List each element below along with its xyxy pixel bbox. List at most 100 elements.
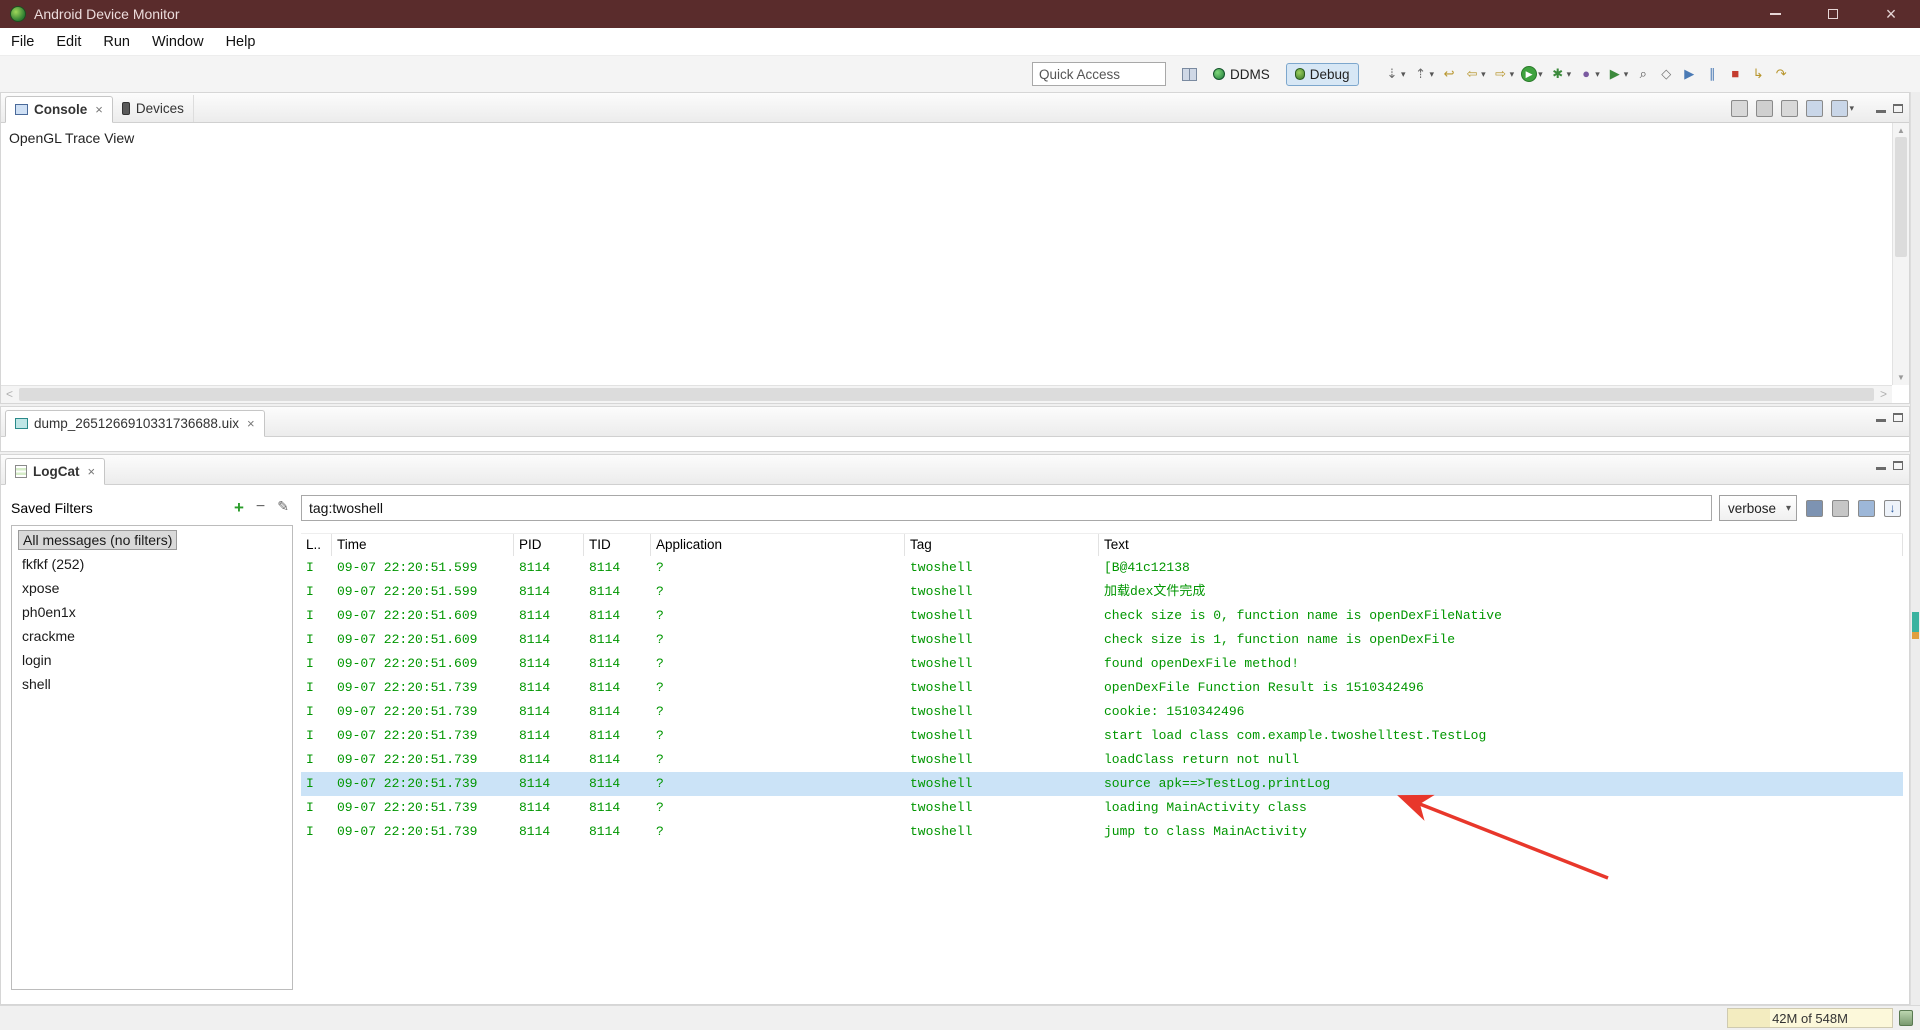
delete-filter-icon[interactable]: − [256,498,265,518]
log-level-select[interactable]: verbose ▾ [1719,495,1797,521]
minimize-button[interactable] [1746,0,1804,28]
log-row[interactable]: I 09-07 22:20:51.609 8114 8114? twoshell chec… [301,604,1903,628]
minimize-view-icon[interactable] [1876,467,1886,470]
previous-annotation-icon[interactable]: ⇡ ▾ [1411,65,1437,83]
tab-console[interactable]: Console × [5,96,113,123]
menu-file[interactable]: File [0,34,45,50]
column-header-l[interactable]: L.. [301,534,332,556]
log-row[interactable]: I 09-07 22:20:51.599 8114 8114? twoshell [B@4… [301,556,1903,580]
search-icon[interactable]: ⌕ [1633,65,1653,83]
save-log-icon[interactable] [1804,499,1825,518]
menu-window[interactable]: Window [141,34,215,50]
column-header-time[interactable]: Time [332,534,514,556]
filter-item[interactable]: ph0en1x [12,601,292,625]
filter-item[interactable]: shell [12,673,292,697]
debug-perspective-button[interactable]: Debug [1285,62,1359,86]
display-saved-filters-view-icon[interactable] [1856,499,1877,518]
run-garbage-collector-icon[interactable] [1899,1010,1913,1026]
log-row[interactable]: I 09-07 22:20:51.609 8114 8114? twoshell chec… [301,628,1903,652]
suspend-icon[interactable]: ∥ [1702,65,1722,83]
dropdown-chevron-icon[interactable]: ▾ [1849,103,1854,114]
right-edge-rail[interactable] [1910,92,1920,1005]
console-vertical-scrollbar[interactable]: ▲ ▼ [1892,123,1909,385]
scrollbar-thumb[interactable] [19,388,1874,401]
filter-item[interactable]: crackme [12,625,292,649]
scroll-lock-icon[interactable] [1754,99,1775,118]
minimize-view-icon[interactable] [1876,110,1886,113]
quick-access-input[interactable] [1032,62,1166,86]
run-icon[interactable]: ▶ ▾ [1519,65,1545,83]
display-selected-console-icon[interactable] [1804,99,1825,118]
menu-help[interactable]: Help [215,34,267,50]
log-row[interactable]: I 09-07 22:20:51.609 8114 8114? twoshell foun… [301,652,1903,676]
clear-console-icon[interactable] [1729,99,1750,118]
dropdown-chevron-icon[interactable]: ▾ [1567,69,1572,80]
log-row[interactable]: I 09-07 22:20:51.739 8114 8114? twoshell sour… [301,772,1903,796]
scroll-right-icon[interactable]: > [1880,387,1887,401]
column-header-tag[interactable]: Tag [905,534,1099,556]
external-tools-icon[interactable]: ▶ ▾ [1605,65,1631,83]
scroll-left-icon[interactable]: < [6,387,13,401]
dropdown-chevron-icon[interactable]: ▾ [1430,69,1435,80]
log-row[interactable]: I 09-07 22:20:51.739 8114 8114? twoshell load… [301,796,1903,820]
dropdown-chevron-icon[interactable]: ▾ [1538,69,1543,80]
scroll-up-icon[interactable]: ▲ [1893,126,1909,135]
maximize-view-icon[interactable] [1893,413,1903,422]
tab-dump-uix[interactable]: dump_2651266910331736688.uix × [5,410,265,437]
filter-item[interactable]: All messages (no filters) [12,529,292,553]
scroll-to-latest-icon[interactable]: ↓ [1882,499,1903,518]
log-row[interactable]: I 09-07 22:20:51.739 8114 8114? twoshell load… [301,748,1903,772]
log-row[interactable]: I 09-07 22:20:51.599 8114 8114? twoshell 加载de… [301,580,1903,604]
dropdown-chevron-icon[interactable]: ▾ [1624,69,1629,80]
column-header-application[interactable]: Application [651,534,905,556]
dropdown-chevron-icon[interactable]: ▾ [1481,69,1486,80]
open-type-icon[interactable]: ◇ [1656,65,1676,83]
dropdown-chevron-icon[interactable]: ▾ [1510,69,1515,80]
ddms-perspective-button[interactable]: DDMS [1205,64,1278,85]
step-over-icon[interactable]: ↷ [1771,65,1791,83]
close-tab-icon[interactable]: × [95,102,103,117]
resume-icon[interactable]: ▶ [1679,65,1699,83]
heap-status-widget[interactable]: 42M of 548M [1727,1008,1893,1028]
last-edit-location-icon[interactable]: ↩ [1439,65,1459,83]
edit-filter-icon[interactable]: ✎ [277,498,289,518]
terminate-icon[interactable]: ■ [1725,65,1745,83]
forward-icon[interactable]: ⇨ ▾ [1491,65,1517,83]
coverage-icon[interactable]: ● ▾ [1576,65,1602,83]
dropdown-chevron-icon[interactable]: ▾ [1401,69,1406,80]
maximize-button[interactable] [1804,0,1862,28]
menu-edit[interactable]: Edit [45,34,92,50]
open-perspective-icon[interactable] [1182,67,1197,81]
dropdown-chevron-icon[interactable]: ▾ [1595,69,1600,80]
menu-run[interactable]: Run [92,34,141,50]
close-tab-icon[interactable]: × [247,416,255,431]
open-console-icon[interactable]: ▾ [1829,99,1856,118]
next-annotation-icon[interactable]: ⇣ ▾ [1382,65,1408,83]
log-row[interactable]: I 09-07 22:20:51.739 8114 8114? twoshell cook… [301,700,1903,724]
pin-console-icon[interactable] [1779,99,1800,118]
close-tab-icon[interactable]: × [88,464,96,479]
scroll-down-icon[interactable]: ▼ [1893,373,1909,382]
maximize-view-icon[interactable] [1893,104,1903,113]
log-row[interactable]: I 09-07 22:20:51.739 8114 8114? twoshell star… [301,724,1903,748]
column-header-text[interactable]: Text [1099,534,1903,556]
close-button[interactable]: × [1862,0,1920,28]
filter-item[interactable]: xpose [12,577,292,601]
filter-item[interactable]: fkfkf (252) [12,553,292,577]
debug-launch-icon[interactable]: ✱ ▾ [1548,65,1574,83]
maximize-view-icon[interactable] [1893,461,1903,470]
clear-log-icon[interactable] [1830,499,1851,518]
step-into-icon[interactable]: ↳ [1748,65,1768,83]
add-filter-icon[interactable]: + [234,498,244,518]
logcat-search-input[interactable] [301,495,1712,521]
column-header-tid[interactable]: TID [584,534,651,556]
minimize-view-icon[interactable] [1876,419,1886,422]
console-horizontal-scrollbar[interactable]: < > [1,385,1892,403]
back-icon[interactable]: ⇦ ▾ [1462,65,1488,83]
column-header-pid[interactable]: PID [514,534,584,556]
tab-devices[interactable]: Devices [113,95,194,122]
filter-item[interactable]: login [12,649,292,673]
scrollbar-thumb[interactable] [1895,137,1907,257]
log-row[interactable]: I 09-07 22:20:51.739 8114 8114? twoshell jump… [301,820,1903,844]
log-row[interactable]: I 09-07 22:20:51.739 8114 8114? twoshell open… [301,676,1903,700]
